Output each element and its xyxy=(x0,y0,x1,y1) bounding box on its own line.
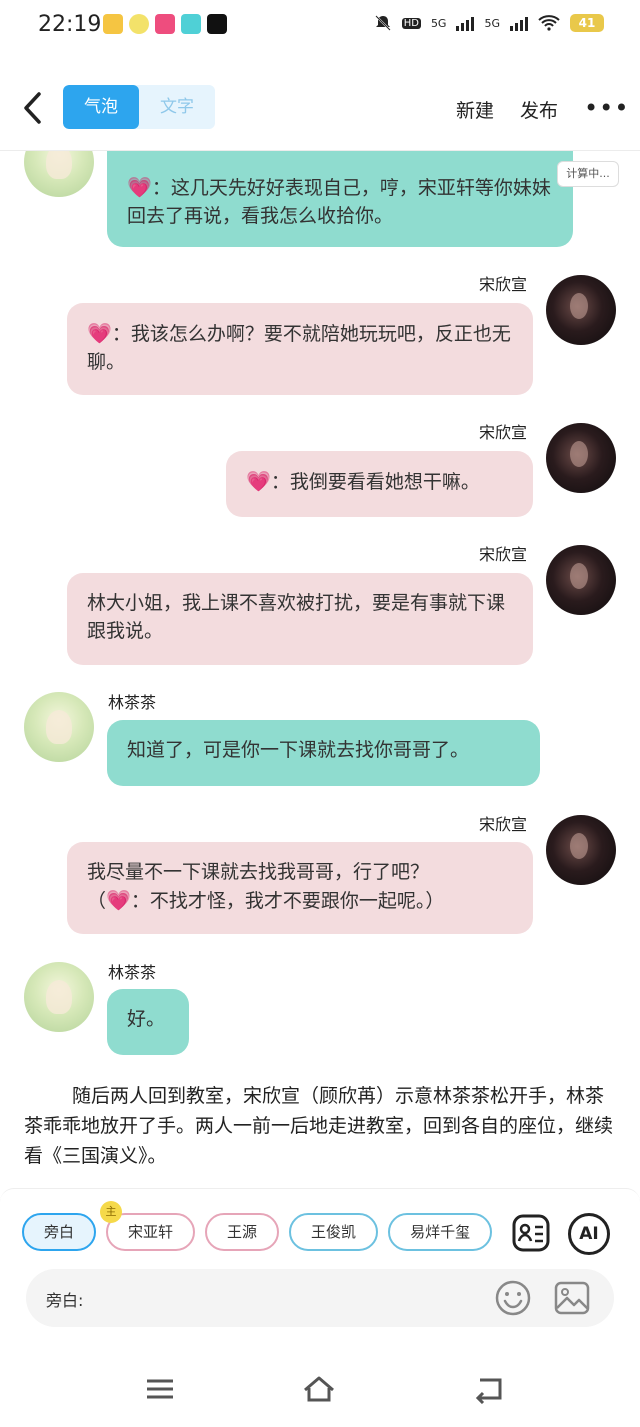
bubble-text: （ xyxy=(87,890,107,912)
bubble-text: 我尽量不一下课就去找我哥哥，行了吧？ xyxy=(87,861,430,883)
avatar-lin-chacha[interactable] xyxy=(24,962,94,1032)
avatar-song-xinxuan[interactable] xyxy=(546,815,616,885)
role-chip-narrator[interactable]: 旁白 xyxy=(22,1213,97,1251)
sender-name: 林茶茶 xyxy=(108,963,157,982)
avatar-lin-chacha[interactable] xyxy=(24,151,94,197)
bubble-text: ：这几天先好好表现自己，哼，宋亚轩等你妹妹回去了再说，看我怎么收拾你。 xyxy=(127,177,551,227)
tab-bubble[interactable]: 气泡 xyxy=(63,85,139,129)
sender-name: 宋欣宣 xyxy=(479,275,528,294)
bubble-text: 林大小姐，我上课不喜欢被打扰，要是有事就下课跟我说。 xyxy=(87,592,506,642)
compose-panel: 旁白 主 宋亚轩 王源 王俊凯 易烊千玺 AI 旁白: xyxy=(0,1188,640,1350)
sender-name: 林茶茶 xyxy=(108,693,157,712)
calculating-badge: 计算中... xyxy=(557,161,619,187)
heart-icon: 💗 xyxy=(106,888,131,912)
image-icon[interactable] xyxy=(554,1281,590,1315)
heart-icon: 💗 xyxy=(87,321,112,345)
mute-bell-icon xyxy=(374,15,391,31)
sender-name: 宋欣宣 xyxy=(479,545,528,564)
tiktok-icon xyxy=(207,14,227,34)
network-label-2: 5G xyxy=(484,16,500,30)
role-chip-yi-yangqianxi[interactable]: 易烊千玺 xyxy=(388,1213,493,1251)
bubble-text: ：不找才怪，我才不要跟你一起呢。） xyxy=(130,890,445,912)
tab-text[interactable]: 文字 xyxy=(139,85,215,129)
shopping-app-icon xyxy=(155,14,175,34)
avatar-song-xinxuan[interactable] xyxy=(546,275,616,345)
heart-icon: 💗 xyxy=(246,469,271,493)
menu-icon[interactable] xyxy=(143,1374,177,1404)
chat-bubble[interactable]: 💗：我倒要看看她想干嘛。 xyxy=(226,451,533,517)
bubble-text: 知道了，可是你一下课就去找你哥哥了。 xyxy=(127,739,470,761)
main-role-badge: 主 xyxy=(100,1201,123,1223)
mode-tabs: 气泡 文字 xyxy=(63,85,215,129)
camera-app-icon xyxy=(181,14,201,34)
hd-badge: HD xyxy=(401,17,421,29)
chat-bubble[interactable]: 林大小姐，我上课不喜欢被打扰，要是有事就下课跟我说。 xyxy=(67,573,533,665)
network-label-1: 5G xyxy=(430,16,447,30)
role-chip-label: 宋亚轩 xyxy=(128,1223,174,1241)
avatar-song-xinxuan[interactable] xyxy=(546,545,616,615)
chat-bubble[interactable]: 💗：这几天先好好表现自己，哼，宋亚轩等你妹妹回去了再说，看我怎么收拾你。 xyxy=(107,151,573,247)
signal-icon xyxy=(456,15,475,31)
battery-icon: 41 xyxy=(570,14,604,32)
chat-bubble[interactable]: 💗：我该怎么办啊？要不就陪她玩玩吧，反正也无聊。 xyxy=(67,303,533,395)
status-time: 22:19 xyxy=(38,12,102,37)
role-chip-wang-yuan[interactable]: 王源 xyxy=(205,1213,280,1251)
input-role-label: 旁白: xyxy=(46,1291,84,1310)
chat-bubble[interactable]: 我尽量不一下课就去找我哥哥，行了吧？ （💗：不找才怪，我才不要跟你一起呢。） xyxy=(67,842,533,934)
chat-bubble[interactable]: 好。 xyxy=(107,989,189,1055)
wifi-icon xyxy=(538,15,560,31)
role-chips: 旁白 主 宋亚轩 王源 王俊凯 易烊千玺 xyxy=(22,1201,493,1251)
back-arrow-icon[interactable] xyxy=(20,88,46,128)
system-nav-bar xyxy=(0,1360,640,1427)
publish-button[interactable]: 发布 xyxy=(520,96,558,123)
chat-area[interactable]: 💗：这几天先好好表现自己，哼，宋亚轩等你妹妹回去了再说，看我怎么收拾你。 计算中… xyxy=(0,151,640,1181)
avatar-song-xinxuan[interactable] xyxy=(546,423,616,493)
back-nav-icon[interactable] xyxy=(472,1374,506,1404)
avatar-lin-chacha[interactable] xyxy=(24,692,94,762)
heart-icon: 💗 xyxy=(127,175,152,199)
status-indicators: HD 5G 5G 41 xyxy=(374,14,604,32)
emoji-icon[interactable] xyxy=(494,1279,532,1317)
narration-text[interactable]: 随后两人回到教室，宋欣宣（顾欣苒）示意林茶茶松开手，林茶茶乖乖地放开了手。两人一… xyxy=(24,1081,620,1171)
home-icon[interactable] xyxy=(302,1374,336,1404)
new-button[interactable]: 新建 xyxy=(456,96,494,123)
ai-label: AI xyxy=(579,1224,599,1244)
more-menu-button[interactable]: ••• xyxy=(584,94,629,122)
bubble-text: ：我倒要看看她想干嘛。 xyxy=(270,471,480,493)
top-toolbar: 气泡 文字 新建 发布 ••• xyxy=(0,82,640,134)
role-chip-song-yaxuan[interactable]: 主 宋亚轩 xyxy=(100,1201,196,1251)
sender-name: 宋欣宣 xyxy=(479,423,528,442)
chat-bubble[interactable]: 知道了，可是你一下课就去找你哥哥了。 xyxy=(107,720,540,786)
bubble-text: 好。 xyxy=(127,1008,166,1030)
weibo-icon xyxy=(103,14,123,34)
status-bar: 22:19 HD 5G 5G 41 xyxy=(0,0,640,52)
app-notification-icon xyxy=(129,14,149,34)
notification-icons xyxy=(103,14,227,34)
role-chip-wang-junkai[interactable]: 王俊凯 xyxy=(289,1213,379,1251)
bubble-text: ：我该怎么办啊？要不就陪她玩玩吧，反正也无聊。 xyxy=(87,323,511,373)
message-input[interactable]: 旁白: xyxy=(26,1269,614,1327)
signal-icon-2 xyxy=(510,15,528,31)
sender-name: 宋欣宣 xyxy=(479,815,528,834)
ai-button[interactable]: AI xyxy=(568,1213,610,1255)
contacts-icon[interactable] xyxy=(511,1213,551,1253)
